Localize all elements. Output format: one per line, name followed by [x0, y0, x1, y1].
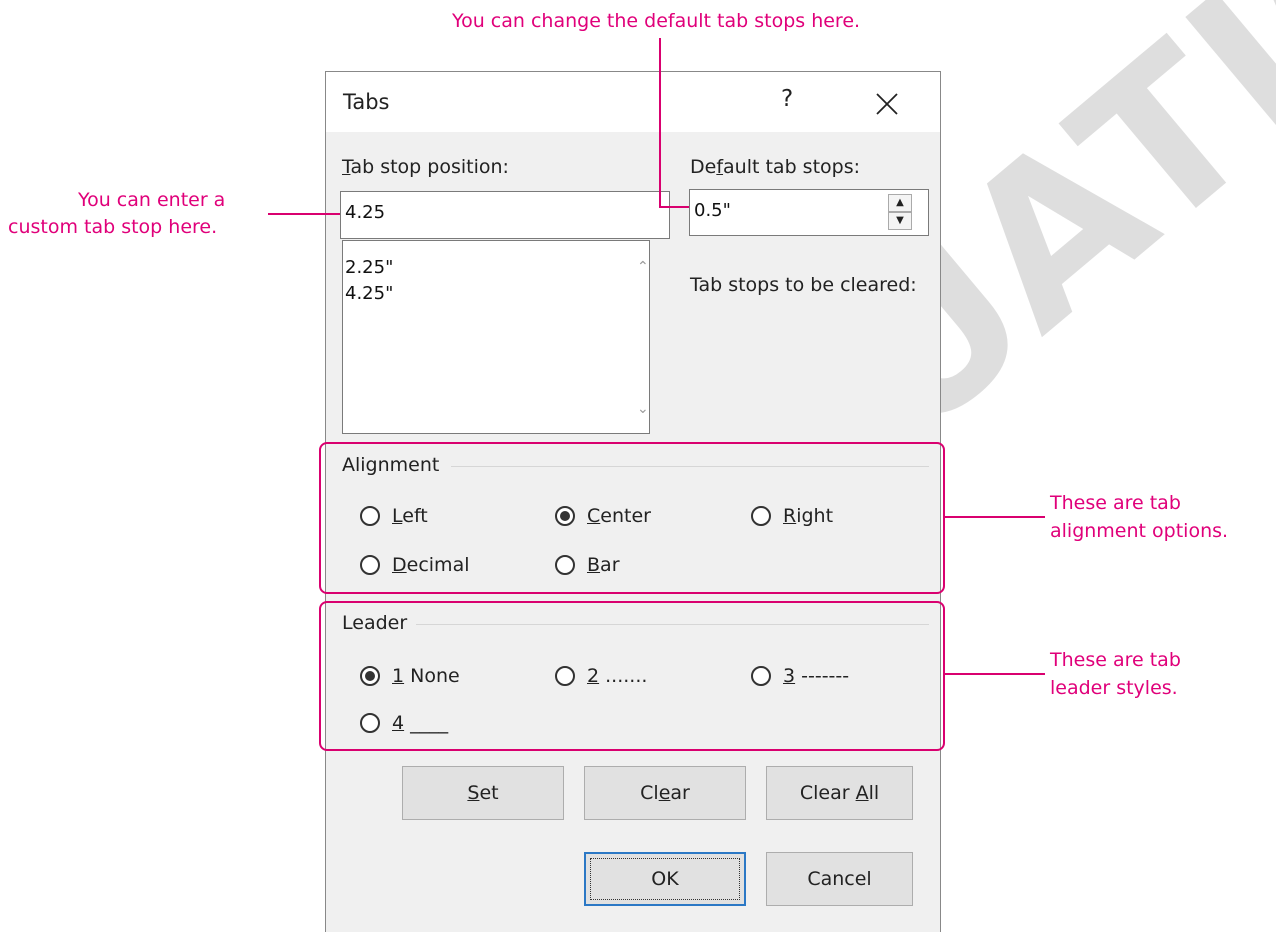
set-button[interactable]: Set — [402, 766, 564, 820]
callout-custom-tab-stop-line1: You can enter a — [78, 189, 226, 211]
default-tab-stops-label: Default tab stops: — [690, 156, 860, 178]
title-bar: Tabs ? — [326, 72, 940, 132]
label-text: Cl — [640, 782, 659, 804]
help-button[interactable]: ? — [781, 86, 793, 112]
callout-line — [945, 516, 1045, 518]
chevron-up-icon[interactable]: ⌃ — [637, 259, 649, 275]
callout-leader-line1: These are tab — [1050, 649, 1181, 671]
list-item[interactable]: 2.25" — [345, 257, 393, 278]
cancel-button[interactable]: Cancel — [766, 852, 913, 906]
label-text: ar — [670, 782, 690, 804]
tab-stop-list[interactable]: 2.25" 4.25" ⌃ ⌄ — [342, 240, 650, 434]
label-text: ault tab stops: — [723, 156, 861, 178]
access-key: A — [855, 782, 869, 804]
ok-button[interactable]: OK — [584, 852, 746, 906]
spin-down-icon[interactable]: ▼ — [888, 212, 912, 230]
access-key: e — [658, 782, 671, 804]
label-text: et — [479, 782, 499, 804]
spin-up-icon[interactable]: ▲ — [888, 194, 912, 212]
clear-button[interactable]: Clear — [584, 766, 746, 820]
label-text: ll — [868, 782, 880, 804]
input-value: 4.25 — [345, 202, 386, 223]
callout-frame-leader — [319, 601, 945, 751]
callout-frame-alignment — [319, 442, 945, 594]
chevron-down-icon[interactable]: ⌄ — [637, 401, 649, 417]
tab-stop-position-input[interactable]: 4.25 — [340, 191, 670, 239]
label-text: ab stop position: — [350, 156, 509, 178]
close-icon[interactable] — [869, 86, 905, 122]
label-text: Clear — [799, 782, 856, 804]
list-item[interactable]: 4.25" — [345, 283, 393, 304]
callout-leader-line2: leader styles. — [1050, 677, 1178, 699]
focus-rectangle — [590, 858, 740, 900]
label-text: De — [690, 156, 717, 178]
tab-stops-to-be-cleared-label: Tab stops to be cleared: — [690, 274, 917, 296]
callout-line — [659, 206, 689, 208]
callout-alignment-line2: alignment options. — [1050, 520, 1229, 542]
access-key: S — [467, 782, 480, 804]
callout-alignment-line1: These are tab — [1050, 492, 1181, 514]
clear-all-button[interactable]: Clear All — [766, 766, 913, 820]
callout-default-tab-stops: You can change the default tab stops her… — [452, 10, 861, 32]
dialog-title: Tabs — [343, 90, 390, 114]
input-value: 0.5" — [694, 200, 731, 221]
callout-line — [268, 213, 340, 215]
tab-stop-position-label: Tab stop position: — [342, 156, 509, 178]
callout-line — [659, 38, 661, 208]
callout-custom-tab-stop-line2: custom tab stop here. — [8, 216, 218, 238]
callout-line — [945, 673, 1045, 675]
default-tab-stops-spinner[interactable]: ▲ ▼ — [888, 192, 914, 232]
